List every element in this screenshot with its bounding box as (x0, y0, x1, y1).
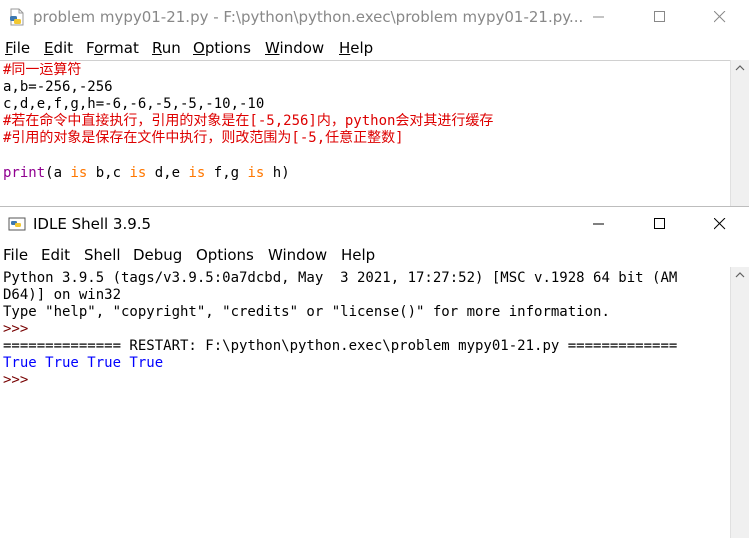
minimize-icon (593, 223, 604, 225)
window-title: IDLE Shell 3.9.5 (33, 215, 152, 233)
code-line-comment: #若在命令中直接执行，引用的对象是在[-5,256]内，python会对其进行缓… (3, 113, 494, 129)
shell-output[interactable]: Python 3.9.5 (tags/v3.9.5:0a7dcbd, May 3… (0, 268, 731, 538)
scroll-up-icon[interactable] (735, 64, 745, 72)
editor-menubar: File Edit Format Run Options Window Help (0, 34, 749, 60)
menu-debug[interactable]: Debug (133, 246, 182, 264)
maximize-icon (654, 218, 665, 229)
close-icon (714, 218, 726, 230)
shell-prompt[interactable]: >>> (3, 372, 28, 389)
menu-options[interactable]: Options (193, 39, 251, 57)
close-button[interactable] (697, 0, 743, 34)
code-token: b,c (87, 165, 130, 181)
keyword-is: is (247, 165, 265, 181)
menu-edit[interactable]: Edit (41, 246, 70, 264)
window-title: problem mypy01-21.py - F:\python\python.… (33, 8, 584, 26)
menu-file[interactable]: File (5, 39, 30, 57)
menu-run[interactable]: Run (152, 39, 181, 57)
code-line-comment: #同一运算符 (3, 62, 82, 78)
banner-line: Python 3.9.5 (tags/v3.9.5:0a7dcbd, May 3… (3, 270, 678, 286)
keyword-is: is (70, 165, 88, 181)
shell-scrollbar[interactable] (730, 267, 749, 538)
menu-window[interactable]: Window (265, 39, 324, 57)
shell-menubar: File Edit Shell Debug Options Window Hel… (0, 241, 749, 267)
scroll-up-icon[interactable] (735, 271, 745, 279)
maximize-button[interactable] (637, 207, 683, 241)
close-button[interactable] (697, 207, 743, 241)
code-token: h) (264, 165, 290, 181)
shell-prompt: >>> (3, 321, 29, 337)
keyword-is: is (188, 165, 206, 181)
code-line: a,b=-256,-256 (3, 79, 113, 95)
code-line-print: print(a is b,c is d,e is f,g is h) (3, 165, 290, 182)
code-token: d,e (146, 165, 189, 181)
menu-window[interactable]: Window (268, 246, 327, 264)
restart-line: ============== RESTART: F:\python\python… (3, 338, 678, 354)
editor-scrollbar[interactable] (730, 60, 749, 206)
code-line: c,d,e,f,g,h=-6,-6,-5,-5,-10,-10 (3, 96, 265, 112)
banner-line: Type "help", "copyright", "credits" or "… (3, 304, 610, 320)
editor-window: problem mypy01-21.py - F:\python\python.… (0, 0, 749, 206)
idle-app-icon (8, 217, 26, 231)
menu-options[interactable]: Options (196, 246, 254, 264)
code-token: f,g (205, 165, 248, 181)
menu-help[interactable]: Help (341, 246, 375, 264)
menu-shell[interactable]: Shell (84, 246, 121, 264)
close-icon (714, 11, 726, 23)
maximize-button[interactable] (637, 0, 683, 34)
code-token: (a (45, 165, 71, 181)
builtin-print: print (3, 165, 46, 181)
python-file-icon (10, 8, 24, 26)
editor-titlebar[interactable]: problem mypy01-21.py - F:\python\python.… (0, 0, 749, 34)
minimize-button[interactable] (576, 0, 622, 34)
code-editor[interactable]: #同一运算符 a,b=-256,-256 c,d,e,f,g,h=-6,-6,-… (0, 60, 731, 206)
menu-help[interactable]: Help (339, 39, 373, 57)
code-line-comment: #引用的对象是保存在文件中执行，则改范围为[-5,任意正整数] (3, 130, 404, 146)
menu-edit[interactable]: Edit (44, 39, 73, 57)
shell-titlebar[interactable]: IDLE Shell 3.9.5 (0, 207, 749, 241)
minimize-icon (593, 16, 604, 18)
shell-window: IDLE Shell 3.9.5 File Edit Shell Debug O… (0, 207, 749, 538)
keyword-is: is (129, 165, 147, 181)
minimize-button[interactable] (576, 207, 622, 241)
program-output: True True True True (3, 355, 164, 371)
maximize-icon (654, 11, 665, 22)
menu-format[interactable]: Format (86, 39, 139, 57)
banner-line: D64)] on win32 (3, 287, 122, 303)
menu-file[interactable]: File (3, 246, 28, 264)
